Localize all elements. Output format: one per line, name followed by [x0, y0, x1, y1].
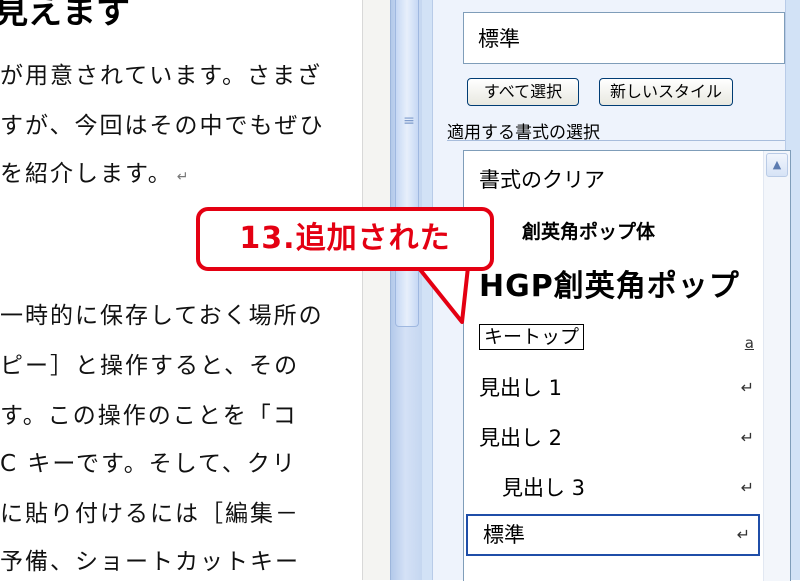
document-line: ピー］と操作すると、その	[0, 353, 300, 379]
return-mark-icon: ↵	[176, 169, 191, 185]
document-line: を紹介します。 ↵	[0, 154, 190, 188]
style-item-label: 書式のクリア	[479, 168, 605, 192]
paragraph-style-icon: ↵	[740, 378, 754, 397]
style-item-label: 見出し 3	[502, 476, 586, 500]
document-line: すが、今回はその中でもぜひ	[0, 113, 325, 139]
select-all-button[interactable]: すべて選択	[467, 78, 579, 106]
style-item-label: 標準	[483, 523, 525, 547]
style-list-scrollbar[interactable]: ▲	[763, 151, 790, 581]
document-line: 予備、ショートカットキー	[0, 549, 300, 575]
style-item-heading-2[interactable]: 見出し 2 ↵	[464, 413, 762, 463]
callout-annotation: 13.追加された	[196, 207, 494, 271]
current-style-field[interactable]: 標準	[463, 12, 785, 64]
styles-pane: 標準 すべて選択 新しいスタイル 適用する書式の選択 書式のクリア 創英角ポップ…	[422, 0, 800, 581]
style-item-clear-formatting[interactable]: 書式のクリア	[464, 157, 762, 207]
vertical-scrollbar[interactable]: ≡	[390, 0, 423, 580]
document-line: 一時的に保存しておく場所の	[0, 303, 324, 329]
style-item-label: 見出し 2	[479, 426, 563, 450]
character-style-icon: a	[744, 334, 754, 352]
document-area[interactable]: 見えます↵ が用意されています。さまざ すが、今回はその中でもぜひ を紹介します…	[0, 0, 362, 580]
style-item-keytop[interactable]: キートップ a	[464, 317, 762, 359]
style-item-label: 見出し 1	[479, 376, 563, 400]
style-item-heading-1[interactable]: 見出し 1 ↵	[464, 363, 762, 413]
document-line: C キーです。そして、クリ	[0, 451, 297, 477]
style-item-hgp-pop-font[interactable]: HGP創英角ポップ	[464, 261, 762, 319]
style-list[interactable]: 書式のクリア 創英角ポップ体 HGP創英角ポップ キートップ a 見出し 1 ↵…	[463, 150, 791, 581]
section-divider	[447, 140, 785, 141]
new-style-button[interactable]: 新しいスタイル	[599, 78, 733, 106]
style-item-pop-font[interactable]: 創英角ポップ体	[464, 209, 762, 259]
document-line-text: を紹介します。	[0, 161, 173, 187]
paragraph-style-icon: ↵	[740, 428, 754, 447]
document-line: す。この操作のことを「コ	[0, 403, 298, 429]
style-item-normal-selected[interactable]: 標準 ↵	[466, 514, 760, 556]
style-item-label: キートップ	[479, 324, 585, 350]
paragraph-style-icon: ↵	[740, 478, 754, 497]
document-line: が用意されています。さまざ	[0, 63, 323, 89]
scroll-up-icon[interactable]: ▲	[766, 153, 788, 177]
styles-pane-body: 標準 すべて選択 新しいスタイル 適用する書式の選択 書式のクリア 創英角ポップ…	[432, 0, 791, 581]
style-item-heading-3[interactable]: 見出し 3 ↵	[464, 463, 762, 513]
document-line: に貼り付けるには［編集－	[0, 501, 300, 527]
paragraph-style-icon: ↵	[736, 525, 750, 544]
document-heading: 見えます↵	[0, 0, 144, 33]
scrollbar-thumb[interactable]: ≡	[395, 0, 419, 327]
style-item-label: HGP創英角ポップ	[479, 269, 740, 304]
style-item-label: 創英角ポップ体	[522, 221, 656, 243]
document-gutter	[362, 0, 391, 580]
heading-text: 見えます	[0, 0, 130, 32]
grip-icon: ≡	[403, 113, 415, 129]
